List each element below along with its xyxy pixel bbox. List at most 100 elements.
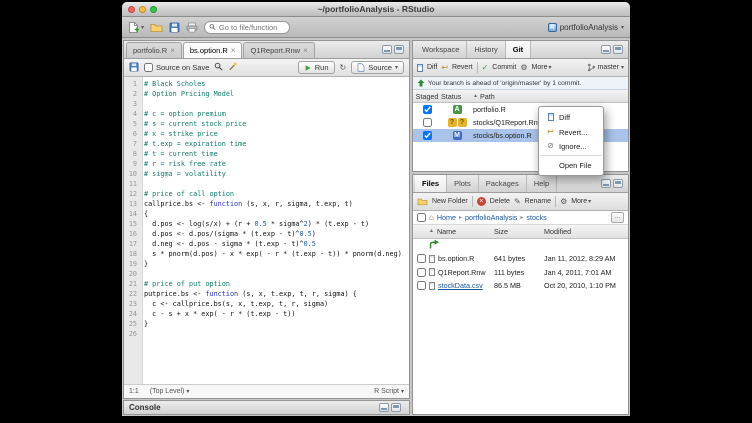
code-line: 9# r = risk free rate (124, 159, 409, 169)
line-number: 26 (124, 329, 140, 339)
files-tab-files[interactable]: Files (415, 175, 447, 192)
column-header-modified[interactable]: Modified (544, 227, 628, 236)
source-on-save-toggle[interactable]: Source on Save (144, 63, 209, 72)
file-name[interactable]: bs.option.R (438, 254, 474, 263)
code-tools-button[interactable] (228, 62, 237, 73)
git-pane-controls (598, 45, 626, 54)
tab-label: portfolio.R (133, 46, 167, 55)
workspace-tab-workspace[interactable]: Workspace (415, 41, 467, 58)
revert-button[interactable]: ↩ Revert (441, 63, 472, 72)
branch-selector[interactable]: master ▾ (587, 63, 624, 72)
file-select-checkbox[interactable] (417, 268, 426, 277)
breadcrumb-stocks[interactable]: stocks (526, 213, 546, 222)
line-number: 19 (124, 259, 140, 269)
delete-label: Delete (490, 198, 510, 205)
minimize-window-button[interactable] (139, 6, 146, 13)
code-line: 1# Black Scholes (124, 79, 409, 89)
go-to-directory-button[interactable]: ... (611, 212, 624, 223)
file-row[interactable]: bs.option.R641 bytesJan 11, 2012, 8:29 A… (413, 252, 628, 266)
context-menu-item-ignore[interactable]: ⊘Ignore... (539, 139, 603, 153)
column-header-name[interactable]: ▲ Name (429, 227, 494, 236)
column-header-staged[interactable]: Staged (413, 92, 441, 101)
minimize-pane-button[interactable] (379, 403, 389, 412)
source-tab-q1report-rnw[interactable]: Q1Report.Rnw× (243, 42, 314, 58)
context-menu-item-open-file[interactable]: Open File (539, 158, 603, 172)
file-row[interactable]: stockData.csv86.5 MBOct 20, 2010, 1:10 P… (413, 279, 628, 293)
maximize-pane-button[interactable] (394, 45, 404, 54)
parent-directory-row[interactable] (413, 239, 628, 253)
new-folder-button[interactable]: New Folder (417, 197, 468, 206)
file-name[interactable]: Q1Report.Rnw (438, 268, 486, 277)
minimize-pane-button[interactable] (382, 45, 392, 54)
branch-status-bar: Your branch is ahead of 'origin/master' … (413, 77, 628, 90)
breadcrumb-portfolioanalysis[interactable]: portfolioAnalysis (465, 213, 517, 222)
source-tab-portfolio-r[interactable]: portfolio.R× (126, 42, 182, 58)
source-tab-bs-option-r[interactable]: bs.option.R× (183, 42, 243, 58)
close-window-button[interactable] (128, 6, 135, 13)
git-branch-icon (587, 63, 596, 72)
goto-file-input[interactable] (219, 23, 285, 32)
files-tab-plots[interactable]: Plots (447, 175, 479, 192)
commit-button[interactable]: ✓ Commit (482, 63, 517, 72)
code-line: 15 d.pos <- log(s/x) + (r + 0.5 * sigma^… (124, 219, 409, 229)
window-titlebar[interactable]: ~/portfolioAnalysis - RStudio (122, 2, 630, 17)
files-tab-help[interactable]: Help (527, 175, 557, 192)
source-label: Source (368, 63, 392, 72)
code-editor[interactable]: 1# Black Scholes2# Option Pricing Model3… (124, 77, 409, 384)
close-tab-icon[interactable]: × (303, 46, 308, 55)
zoom-window-button[interactable] (150, 6, 157, 13)
right-column: WorkspaceHistoryGit Diff ↩ Revert (412, 40, 629, 416)
new-file-button[interactable]: ▾ (128, 21, 144, 34)
file-select-checkbox[interactable] (417, 254, 426, 263)
rename-button[interactable]: ✎ Rename (514, 197, 551, 206)
workspace-tab-history[interactable]: History (467, 41, 505, 58)
staged-checkbox[interactable] (423, 105, 432, 114)
diff-button[interactable]: Diff (417, 64, 437, 72)
menu-item-label: Revert... (559, 128, 587, 137)
maximize-pane-button[interactable] (391, 403, 401, 412)
staged-checkbox[interactable] (423, 131, 432, 140)
file-select-checkbox[interactable] (417, 281, 426, 290)
save-file-button[interactable] (129, 62, 139, 74)
git-table-header[interactable]: Staged Status ▲ Path (413, 90, 628, 103)
workspace-tab-git[interactable]: Git (506, 41, 531, 58)
files-more-button[interactable]: ⚙ More▾ (560, 197, 591, 206)
column-header-status[interactable]: Status (441, 92, 473, 101)
minimize-pane-button[interactable] (601, 45, 611, 54)
close-tab-icon[interactable]: × (231, 46, 236, 55)
goto-file-search[interactable] (204, 21, 290, 34)
source-button[interactable]: Source ▾ (351, 61, 404, 74)
rerun-button[interactable]: ↻ (340, 63, 347, 72)
breadcrumb-home[interactable]: Home (437, 213, 456, 222)
select-all-checkbox[interactable] (417, 213, 426, 222)
open-file-button[interactable] (150, 22, 163, 33)
delete-button[interactable]: × Delete (477, 197, 510, 206)
cursor-position[interactable]: 1:1 (129, 388, 139, 395)
git-more-button[interactable]: ⚙ More▾ (520, 63, 551, 72)
minimize-pane-button[interactable] (601, 179, 611, 188)
source-on-save-checkbox[interactable] (144, 63, 153, 72)
code-line: 23 c <- callprice.bs(s, x, t.exp, t, r, … (124, 299, 409, 309)
file-row[interactable]: Q1Report.Rnw111 bytesJan 4, 2011, 7:01 A… (413, 266, 628, 280)
project-selector[interactable]: R portfolioAnalysis ▾ (548, 23, 624, 32)
maximize-pane-button[interactable] (613, 179, 623, 188)
context-menu-item-revert[interactable]: ↩Revert... (539, 125, 603, 139)
file-name[interactable]: stockData.csv (438, 281, 483, 290)
find-replace-button[interactable] (214, 62, 223, 73)
staged-checkbox[interactable] (423, 118, 432, 127)
new-file-dropdown-icon[interactable]: ▾ (141, 24, 144, 31)
column-header-size[interactable]: Size (494, 227, 544, 236)
column-header-path[interactable]: ▲ Path (473, 92, 628, 101)
scope-selector[interactable]: (Top Level) ▾ (150, 388, 190, 395)
filetype-selector[interactable]: R Script ▾ (374, 388, 404, 395)
maximize-pane-button[interactable] (613, 45, 623, 54)
run-button[interactable]: Run (298, 61, 335, 74)
print-button[interactable] (186, 22, 198, 33)
files-table-header[interactable]: ▲ Name Size Modified (413, 225, 628, 239)
close-tab-icon[interactable]: × (170, 46, 175, 55)
console-pane-header[interactable]: Console (123, 400, 410, 415)
context-menu-item-diff[interactable]: Diff (539, 110, 603, 125)
files-tab-packages[interactable]: Packages (479, 175, 527, 192)
rename-pencil-icon: ✎ (514, 197, 521, 206)
save-button[interactable] (169, 22, 180, 33)
